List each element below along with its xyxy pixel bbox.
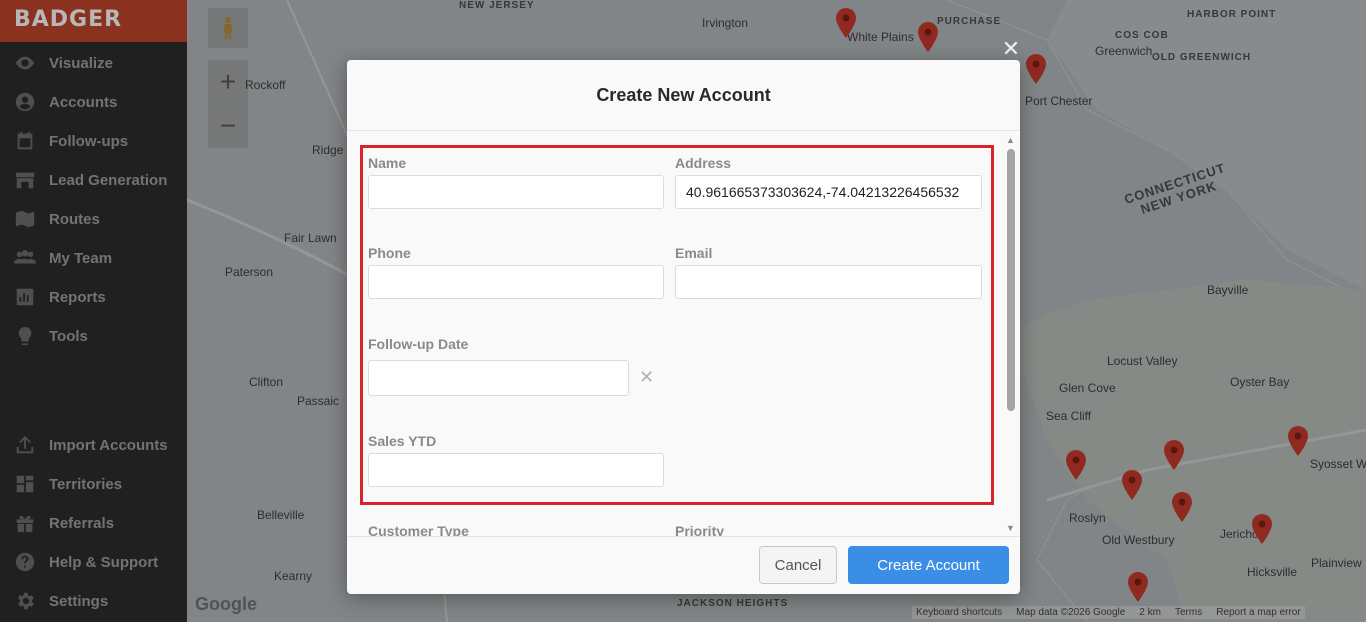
scroll-down-arrow-icon[interactable]: ▼ — [1006, 523, 1015, 533]
scroll-up-arrow-icon[interactable]: ▲ — [1006, 135, 1015, 145]
close-icon[interactable]: ✕ — [1000, 38, 1022, 60]
modal-body[interactable]: Name Address Phone Email Follow-up Date … — [347, 130, 1020, 536]
cancel-button[interactable]: Cancel — [759, 546, 837, 584]
modal-title: Create New Account — [596, 85, 771, 105]
modal-footer: Cancel Create Account — [347, 536, 1020, 594]
highlight-box — [360, 145, 994, 505]
customer-type-label: Customer Type — [368, 523, 469, 536]
create-account-button[interactable]: Create Account — [848, 546, 1009, 584]
priority-label: Priority — [675, 523, 725, 536]
scroll-thumb[interactable] — [1007, 149, 1015, 411]
modal-scrollbar[interactable]: ▲ ▼ — [1004, 135, 1018, 535]
create-account-modal: Create New Account Name Address Phone Em… — [347, 60, 1020, 594]
